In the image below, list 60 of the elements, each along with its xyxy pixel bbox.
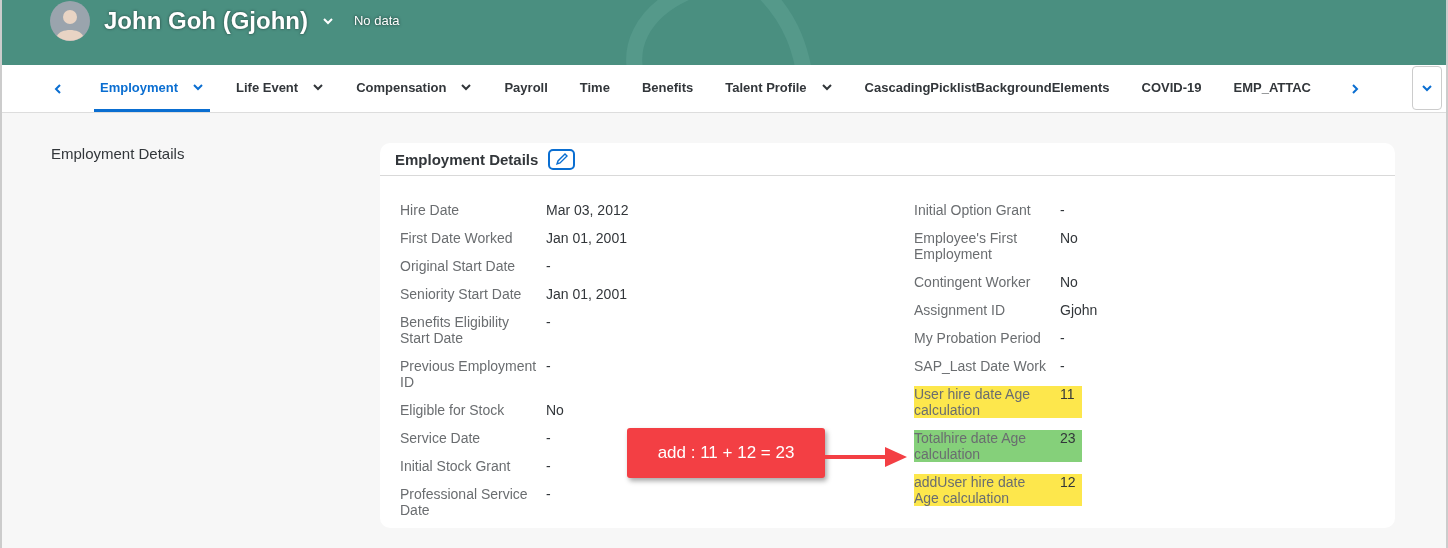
field-value: - — [546, 486, 551, 502]
pencil-icon — [554, 152, 569, 166]
field-label: Initial Option Grant — [914, 202, 1032, 218]
avatar-icon — [50, 0, 90, 41]
chevron-down-icon — [1421, 82, 1433, 94]
field-value: - — [546, 430, 551, 446]
field-value: No — [1060, 274, 1078, 290]
chevron-left-icon — [52, 82, 64, 95]
field-label: Original Start Date — [400, 258, 517, 274]
field-label: Hire Date — [400, 202, 461, 218]
field-label: Seniority Start Date — [400, 286, 523, 302]
field-value: - — [546, 358, 551, 374]
field-label: Service Date — [400, 430, 482, 446]
edit-button[interactable] — [548, 148, 576, 170]
field-value: - — [546, 258, 551, 274]
field-value: Jan 01, 2001 — [546, 286, 627, 302]
field-label: Eligible for Stock — [400, 402, 506, 418]
field-label: First Date Worked — [400, 230, 514, 246]
field-label: Contingent Worker — [914, 274, 1032, 290]
tab[interactable]: Time — [573, 65, 616, 112]
tab[interactable]: COVID-19 — [1135, 65, 1208, 112]
status-text: No data — [353, 13, 400, 28]
field-label: Employee's First Employment — [914, 230, 1019, 262]
more-tabs-button[interactable] — [1412, 66, 1442, 110]
field-label: Assignment ID — [914, 302, 1007, 318]
field-label: addUser hire date Age calculation — [914, 474, 1027, 506]
field-value: No — [546, 402, 564, 418]
field-label: User hire date Age calculation — [914, 386, 1031, 418]
field-label: SAP_Last Date Work — [914, 358, 1048, 374]
chevron-right-icon — [1349, 82, 1361, 95]
card-title: Employment Details — [395, 150, 539, 168]
tab[interactable]: Payroll — [498, 65, 554, 112]
field-value: - — [1060, 330, 1065, 346]
annotation-callout: add : 11 + 12 = 23 — [627, 428, 825, 478]
section-label: Employment Details — [51, 145, 186, 164]
field-value: - — [1060, 358, 1065, 374]
field-value: Jan 01, 2001 — [546, 230, 627, 246]
field-value: - — [546, 458, 551, 474]
tab[interactable]: Talent Profile — [719, 65, 839, 112]
field-value: - — [1060, 202, 1065, 218]
field-label: Professional Service Date — [400, 486, 529, 518]
field-value: 23 — [1060, 430, 1076, 446]
field-label: Benefits Eligibility Start Date — [400, 314, 510, 346]
employee-name: John Goh (Gjohn) — [104, 6, 308, 35]
field-label: Totalhire date Age calculation — [914, 430, 1028, 462]
tab[interactable]: Life Event — [230, 65, 331, 112]
tab[interactable]: EMP_ATTAC — [1227, 65, 1317, 112]
field-label: Initial Stock Grant — [400, 458, 512, 474]
field-value: - — [546, 314, 551, 330]
field-value: 11 — [1060, 386, 1075, 402]
field-label: Previous Employment ID — [400, 358, 538, 390]
tab[interactable]: Employment — [94, 65, 210, 112]
field-label: My Probation Period — [914, 330, 1042, 346]
field-value: Mar 03, 2012 — [546, 202, 629, 218]
tab[interactable]: CascadingPicklistBackgroundElements — [858, 65, 1116, 112]
field-value: No — [1060, 230, 1078, 246]
field-value: Gjohn — [1060, 302, 1098, 318]
field-value: 12 — [1060, 474, 1076, 490]
tab[interactable]: Compensation — [350, 65, 479, 112]
tab[interactable]: Benefits — [635, 65, 700, 112]
